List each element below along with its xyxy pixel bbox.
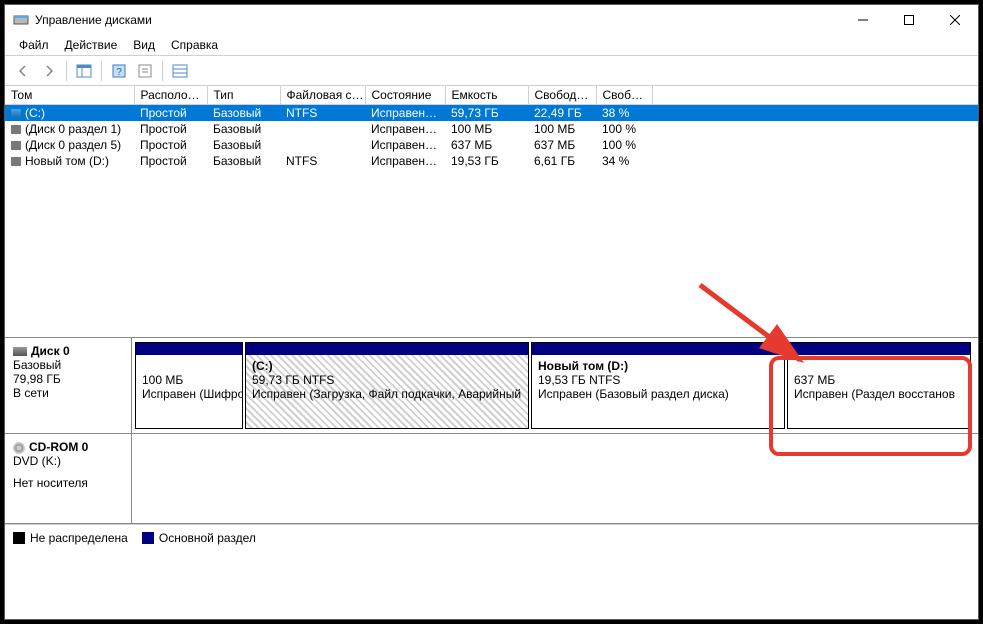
volume-icon xyxy=(11,141,21,150)
disk-status: В сети xyxy=(13,386,123,400)
column-header-free[interactable]: Свобод… xyxy=(528,86,596,105)
content-area: ТомРасполо…ТипФайловая с…СостояниеЕмкост… xyxy=(5,86,978,619)
menu-file[interactable]: Файл xyxy=(11,36,57,54)
disk-type: Базовый xyxy=(13,358,123,372)
disk-label: Диск 0 xyxy=(31,344,70,358)
volume-icon xyxy=(11,157,21,166)
menubar: Файл Действие Вид Справка xyxy=(5,35,978,56)
volume-row[interactable]: (C:)ПростойБазовыйNTFSИсправен…59,73 ГБ2… xyxy=(5,105,978,122)
app-icon xyxy=(13,12,29,28)
partition-title: Новый том (D:) xyxy=(538,359,778,373)
toolbar-separator xyxy=(66,61,67,81)
cdrom-info[interactable]: CD-ROM 0 DVD (K:) Нет носителя xyxy=(5,434,132,523)
partition-status: Исправен (Раздел восстанов xyxy=(794,387,964,401)
partition-body: Новый том (D:)19,53 ГБ NTFSИсправен (Баз… xyxy=(532,355,784,428)
partition-block[interactable]: (C:)59,73 ГБ NTFSИсправен (Загрузка, Фай… xyxy=(245,342,529,429)
partition-header xyxy=(532,343,784,355)
legend-primary: Основной раздел xyxy=(142,531,256,545)
maximize-button[interactable] xyxy=(886,5,932,35)
column-header-freepct[interactable]: Своб… xyxy=(596,86,652,105)
cdrom-sub: DVD (K:) xyxy=(13,454,123,468)
panels-button[interactable] xyxy=(72,59,96,83)
close-button[interactable] xyxy=(932,5,978,35)
volume-name: (C:) xyxy=(25,106,45,120)
partition-size: 637 МБ xyxy=(794,373,964,387)
window-title: Управление дисками xyxy=(35,13,840,27)
partition-size: 19,53 ГБ NTFS xyxy=(538,373,778,387)
volume-name: (Диск 0 раздел 1) xyxy=(25,122,121,136)
volume-row[interactable]: Новый том (D:)ПростойБазовыйNTFSИсправен… xyxy=(5,153,978,169)
column-header-type[interactable]: Тип xyxy=(207,86,280,105)
partition-size: 100 МБ xyxy=(142,373,236,387)
back-button[interactable] xyxy=(11,59,35,83)
volume-name: (Диск 0 раздел 5) xyxy=(25,138,121,152)
disk-partitions: 100 МБИсправен (Шифро(C:)59,73 ГБ NTFSИс… xyxy=(132,338,978,433)
volume-row[interactable]: (Диск 0 раздел 1)ПростойБазовыйИсправен…… xyxy=(5,121,978,137)
toolbar-separator xyxy=(162,61,163,81)
graphical-panel: Диск 0 Базовый 79,98 ГБ В сети 100 МБИсп… xyxy=(5,338,978,619)
refresh-button[interactable] xyxy=(133,59,157,83)
disk-icon xyxy=(13,347,27,356)
window-controls xyxy=(840,5,978,35)
titlebar[interactable]: Управление дисками xyxy=(5,5,978,35)
cdrom-partitions xyxy=(132,434,978,523)
column-header-layout[interactable]: Располо… xyxy=(134,86,207,105)
volume-list-panel: ТомРасполо…ТипФайловая с…СостояниеЕмкост… xyxy=(5,86,978,338)
table-header-row: ТомРасполо…ТипФайловая с…СостояниеЕмкост… xyxy=(5,86,978,105)
disk-info-0[interactable]: Диск 0 Базовый 79,98 ГБ В сети xyxy=(5,338,132,433)
partition-status: Исправен (Базовый раздел диска) xyxy=(538,387,778,401)
forward-button[interactable] xyxy=(37,59,61,83)
menu-view[interactable]: Вид xyxy=(125,36,163,54)
disk-size: 79,98 ГБ xyxy=(13,372,123,386)
toolbar: ? xyxy=(5,56,978,86)
partition-size: 59,73 ГБ NTFS xyxy=(252,373,522,387)
column-header-status[interactable]: Состояние xyxy=(365,86,445,105)
cdrom-label: CD-ROM 0 xyxy=(29,440,88,454)
column-header-filesystem[interactable]: Файловая с… xyxy=(280,86,365,105)
partition-body: 100 МБИсправен (Шифро xyxy=(136,355,242,428)
partition-body: (C:)59,73 ГБ NTFSИсправен (Загрузка, Фай… xyxy=(246,355,528,428)
minimize-button[interactable] xyxy=(840,5,886,35)
volume-icon xyxy=(11,125,21,134)
partition-block[interactable]: 637 МБИсправен (Раздел восстанов xyxy=(787,342,971,429)
cdrom-icon xyxy=(13,442,25,454)
app-window: Управление дисками Файл Действие Вид Спр… xyxy=(4,4,979,620)
partition-body: 637 МБИсправен (Раздел восстанов xyxy=(788,355,970,428)
cdrom-status: Нет носителя xyxy=(13,476,123,490)
menu-help[interactable]: Справка xyxy=(163,36,226,54)
column-header-capacity[interactable]: Емкость xyxy=(445,86,528,105)
svg-text:?: ? xyxy=(116,67,122,78)
volume-table[interactable]: ТомРасполо…ТипФайловая с…СостояниеЕмкост… xyxy=(5,86,978,169)
list-button[interactable] xyxy=(168,59,192,83)
partition-header xyxy=(136,343,242,355)
disk-row-cdrom: CD-ROM 0 DVD (K:) Нет носителя xyxy=(5,434,978,524)
column-header-volume[interactable]: Том xyxy=(5,86,134,105)
partition-header xyxy=(788,343,970,355)
partition-status: Исправен (Загрузка, Файл подкачки, Авари… xyxy=(252,387,522,401)
partition-block[interactable]: Новый том (D:)19,53 ГБ NTFSИсправен (Баз… xyxy=(531,342,785,429)
menu-action[interactable]: Действие xyxy=(57,36,126,54)
partition-block[interactable]: 100 МБИсправен (Шифро xyxy=(135,342,243,429)
volume-icon xyxy=(11,109,21,118)
disk-row-0: Диск 0 Базовый 79,98 ГБ В сети 100 МБИсп… xyxy=(5,338,978,434)
legend-unallocated: Не распределена xyxy=(13,531,128,545)
partition-header xyxy=(246,343,528,355)
volume-row[interactable]: (Диск 0 раздел 5)ПростойБазовыйИсправен…… xyxy=(5,137,978,153)
volume-name: Новый том (D:) xyxy=(25,154,109,168)
legend: Не распределена Основной раздел xyxy=(5,524,978,550)
partition-title: (C:) xyxy=(252,359,522,373)
help-button[interactable]: ? xyxy=(107,59,131,83)
partition-status: Исправен (Шифро xyxy=(142,387,236,401)
toolbar-separator xyxy=(101,61,102,81)
